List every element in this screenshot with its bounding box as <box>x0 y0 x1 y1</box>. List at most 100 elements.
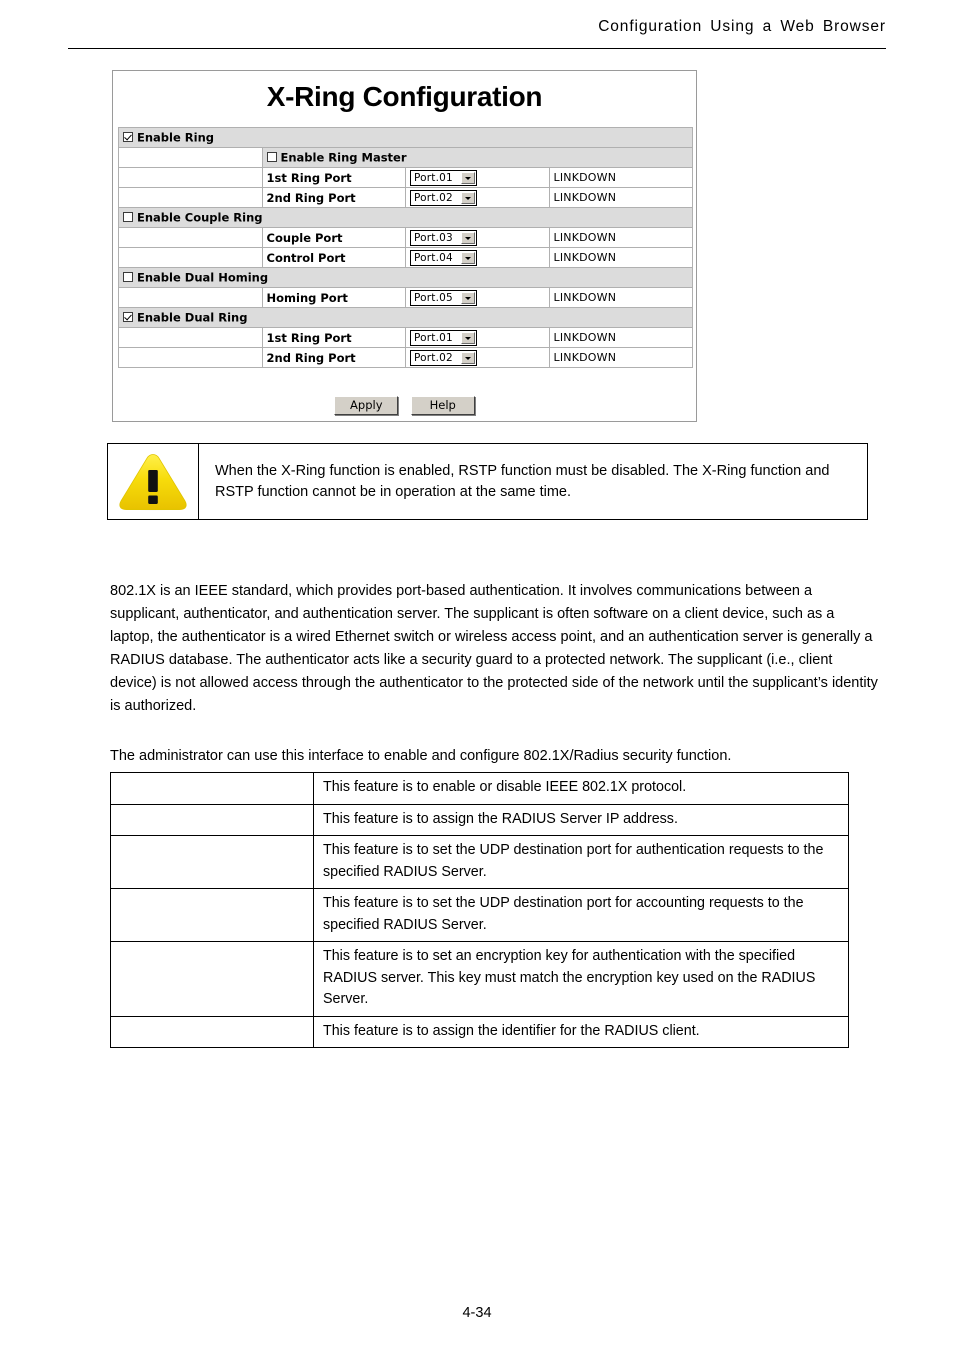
xring-link-status: LINKDOWN <box>548 327 693 348</box>
xring-link-status: LINKDOWN <box>548 247 693 268</box>
xring-port-select-cell: Port.05 <box>405 287 550 308</box>
xring-port-select-cell: Port.01 <box>405 327 550 348</box>
port-select[interactable]: Port.02 <box>410 349 477 366</box>
port-select[interactable]: Port.04 <box>410 249 477 266</box>
xring-row-label: 1st Ring Port <box>261 167 406 188</box>
feature-description-cell: This feature is to set the UDP destinati… <box>313 888 849 942</box>
xring-port-select-cell: Port.02 <box>405 347 550 368</box>
xring-panel-title: X-Ring Configuration <box>266 81 543 112</box>
page-footer: 4-34 <box>0 1305 954 1321</box>
table-row: This feature is to assign the identifier… <box>110 1015 849 1048</box>
xring-indent-cell <box>118 227 263 248</box>
xring-group-label: Enable Dual Ring <box>137 310 248 325</box>
feature-name-cell <box>110 1015 314 1048</box>
xring-link-status: LINKDOWN <box>548 227 693 248</box>
table-row: This feature is to assign the RADIUS Ser… <box>110 803 849 836</box>
xring-group-cell: Enable Dual Ring <box>118 307 693 328</box>
xring-indent-cell <box>118 187 263 208</box>
feature-description-table: This feature is to enable or disable IEE… <box>110 772 849 1048</box>
xring-setting-row: 2nd Ring Port Port.02 LINKDOWN <box>118 187 693 208</box>
xring-port-select-cell: Port.04 <box>405 247 550 268</box>
xring-setting-row: Couple Port Port.03 LINKDOWN <box>118 227 693 248</box>
xring-link-status: LINKDOWN <box>548 167 693 188</box>
xring-subgroup-label: Enable Ring Master <box>280 150 407 165</box>
warning-callout: When the X-Ring function is enabled, RST… <box>107 443 868 520</box>
table-row: This feature is to set the UDP destinati… <box>110 835 849 889</box>
xring-setting-row: 1st Ring Port Port.01 LINKDOWN <box>118 167 693 188</box>
feature-description-cell: This feature is to assign the identifier… <box>313 1015 849 1048</box>
checkbox-unchecked-icon[interactable] <box>123 272 133 283</box>
xring-indent-cell <box>118 247 263 268</box>
port-select-value: Port.02 <box>414 191 453 204</box>
checkbox-checked-icon[interactable] <box>123 312 133 323</box>
xring-port-select-cell: Port.03 <box>405 227 550 248</box>
chevron-down-icon[interactable] <box>461 251 475 264</box>
feature-name-cell <box>110 888 314 942</box>
feature-name-cell <box>110 835 314 889</box>
xring-button-bar: Apply Help <box>113 396 696 415</box>
xring-group-row: Enable Couple Ring <box>118 207 693 228</box>
chevron-down-icon[interactable] <box>461 351 475 364</box>
xring-group-cell: Enable Ring <box>118 127 693 148</box>
xring-indent-cell <box>118 147 263 168</box>
feature-description-cell: This feature is to set the UDP destinati… <box>313 835 849 889</box>
checkbox-checked-icon[interactable] <box>123 132 133 143</box>
port-select[interactable]: Port.05 <box>410 289 477 306</box>
chevron-down-icon[interactable] <box>461 191 475 204</box>
port-select-value: Port.03 <box>414 231 453 244</box>
xring-group-row: Enable Dual Homing <box>118 267 693 288</box>
feature-name-cell <box>110 941 314 1017</box>
xring-configuration-panel: X-Ring Configuration Enable Ring Enable R… <box>112 70 697 422</box>
xring-row-label: Homing Port <box>261 287 406 308</box>
paragraph-admin-note: The administrator can use this interface… <box>110 748 732 764</box>
port-select[interactable]: Port.02 <box>410 189 477 206</box>
chevron-down-icon[interactable] <box>461 331 475 344</box>
feature-name-cell <box>110 772 314 805</box>
xring-group-row: Enable Dual Ring <box>118 307 693 328</box>
feature-description-cell: This feature is to enable or disable IEE… <box>313 772 849 805</box>
xring-group-cell: Enable Dual Homing <box>118 267 693 288</box>
port-select-value: Port.02 <box>414 351 453 364</box>
xring-group-row: Enable Ring <box>118 127 693 148</box>
port-select[interactable]: Port.01 <box>410 169 477 186</box>
chevron-down-icon[interactable] <box>461 171 475 184</box>
xring-row-label: 1st Ring Port <box>261 327 406 348</box>
port-select[interactable]: Port.01 <box>410 329 477 346</box>
xring-setting-row: Homing Port Port.05 LINKDOWN <box>118 287 693 308</box>
xring-setting-row: 1st Ring Port Port.01 LINKDOWN <box>118 327 693 348</box>
table-row: This feature is to set an encryption key… <box>110 941 849 1017</box>
xring-port-select-cell: Port.01 <box>405 167 550 188</box>
port-select-value: Port.05 <box>414 291 453 304</box>
page-header: Configuration Using a Web Browser <box>68 18 886 49</box>
feature-description-cell: This feature is to set an encryption key… <box>313 941 849 1017</box>
apply-button[interactable]: Apply <box>334 396 399 415</box>
warning-icon-cell <box>108 444 199 519</box>
page-number: 4-34 <box>462 1305 492 1321</box>
help-button[interactable]: Help <box>410 396 475 415</box>
port-select-value: Port.04 <box>414 251 453 264</box>
xring-link-status: LINKDOWN <box>548 347 693 368</box>
chevron-down-icon[interactable] <box>461 291 475 304</box>
chevron-down-icon[interactable] <box>461 231 475 244</box>
xring-row-label: 2nd Ring Port <box>261 347 406 368</box>
port-select[interactable]: Port.03 <box>410 229 477 246</box>
xring-setting-row: 2nd Ring Port Port.02 LINKDOWN <box>118 347 693 368</box>
paragraph-8021x-intro: 802.1X is an IEEE standard, which provid… <box>110 583 878 714</box>
checkbox-unchecked-icon[interactable] <box>266 152 277 163</box>
warning-triangle-icon <box>119 453 187 511</box>
table-row: This feature is to set the UDP destinati… <box>110 888 849 942</box>
xring-setting-row: Control Port Port.04 LINKDOWN <box>118 247 693 268</box>
xring-indent-cell <box>118 167 263 188</box>
warning-message: When the X-Ring function is enabled, RST… <box>215 462 830 500</box>
running-head: Configuration Using a Web Browser <box>598 18 886 35</box>
port-select-value: Port.01 <box>414 171 453 184</box>
xring-group-cell: Enable Couple Ring <box>118 207 693 228</box>
xring-indent-cell <box>118 347 263 368</box>
xring-link-status: LINKDOWN <box>548 287 693 308</box>
feature-name-cell <box>110 803 314 836</box>
xring-row-label: Control Port <box>261 247 406 268</box>
port-select-value: Port.01 <box>414 331 453 344</box>
checkbox-unchecked-icon[interactable] <box>123 212 133 223</box>
warning-text-cell: When the X-Ring function is enabled, RST… <box>199 444 867 519</box>
xring-indent-cell <box>118 327 263 348</box>
